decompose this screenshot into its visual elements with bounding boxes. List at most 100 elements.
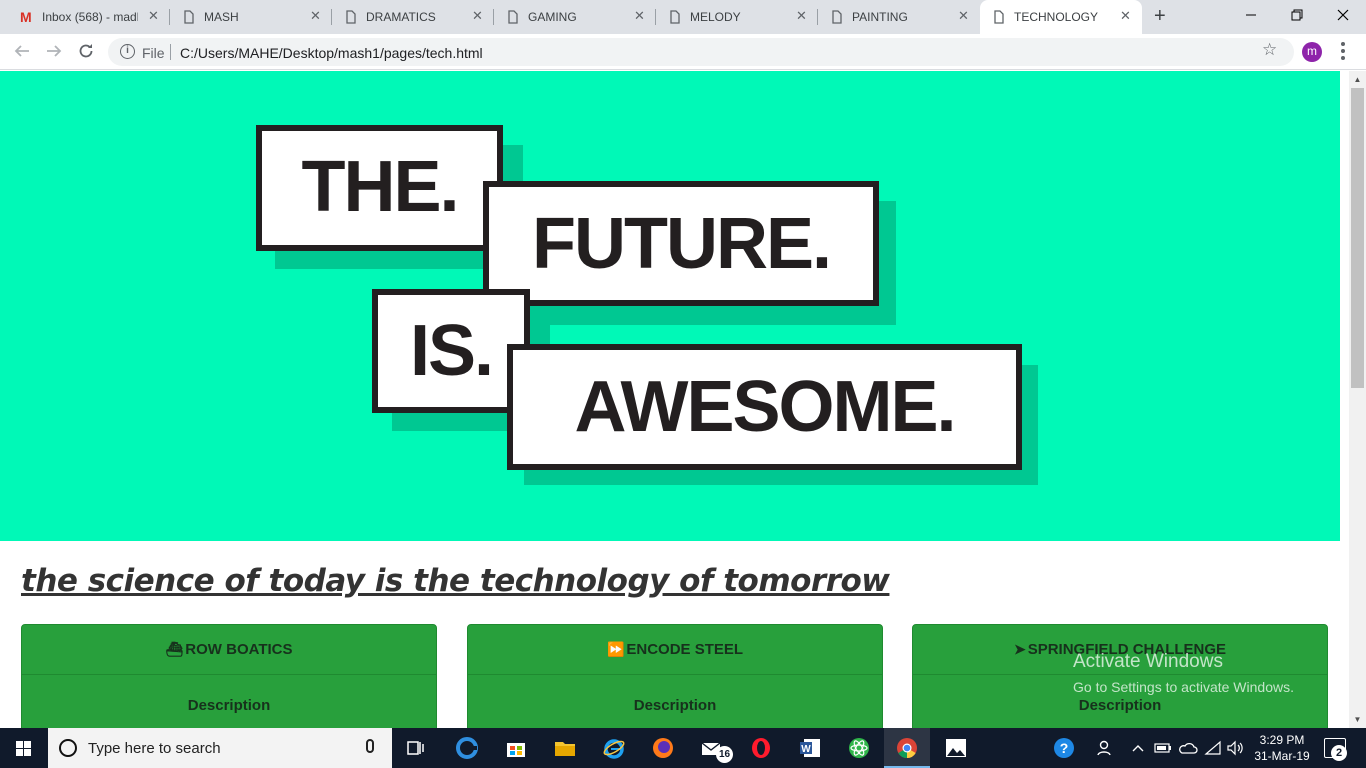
page-viewport: THE. FUTURE. IS. AWESOME. the science of… — [0, 71, 1349, 728]
minimize-icon[interactable] — [1228, 0, 1274, 30]
hero-banner: THE. FUTURE. IS. AWESOME. — [0, 71, 1340, 541]
url-text[interactable]: C:/Users/MAHE/Desktop/mash1/pages/tech.h… — [180, 45, 483, 61]
system-clock[interactable]: 3:29 PM 31-Mar-19 — [1252, 732, 1312, 764]
svg-text:W: W — [801, 744, 811, 755]
info-icon[interactable]: i — [120, 44, 135, 59]
firefox-icon[interactable] — [651, 736, 675, 760]
page-icon — [184, 10, 194, 24]
help-icon[interactable]: ? — [1052, 736, 1076, 760]
card-description: Description — [187, 697, 271, 714]
task-view-icon[interactable] — [404, 736, 428, 760]
paper-plane-icon: ➤ — [1013, 641, 1026, 657]
hero-word: THE. — [256, 125, 503, 251]
reload-icon[interactable] — [76, 42, 96, 62]
tab-title: DRAMATICS — [366, 10, 436, 24]
page-icon — [670, 10, 680, 24]
page-tagline: the science of today is the technology o… — [21, 563, 890, 599]
onedrive-icon[interactable] — [1178, 736, 1198, 760]
tab-mash[interactable]: MASH ✕ — [170, 0, 332, 34]
tab-title: MELODY — [690, 10, 741, 24]
tab-gmail[interactable]: M Inbox (568) - madh ✕ — [8, 0, 170, 34]
internet-explorer-icon[interactable] — [602, 736, 626, 760]
fast-forward-icon: ⏩ — [606, 641, 625, 657]
store-icon[interactable] — [504, 736, 528, 760]
restore-icon[interactable] — [1274, 0, 1320, 30]
tab-strip: M Inbox (568) - madh ✕ MASH ✕ DRAMATICS … — [0, 0, 1366, 34]
scheme-label: File — [142, 45, 165, 61]
people-icon[interactable] — [1094, 736, 1118, 760]
page-scrollbar[interactable]: ▲ ▼ — [1349, 71, 1366, 728]
photos-icon[interactable] — [944, 736, 968, 760]
file-explorer-icon[interactable] — [553, 736, 577, 760]
microphone-icon[interactable] — [366, 739, 374, 753]
watermark-title: Activate Windows — [1073, 651, 1223, 672]
taskbar-search[interactable]: Type here to search — [48, 728, 392, 768]
cortana-icon — [59, 739, 77, 757]
address-bar[interactable]: i File C:/Users/MAHE/Desktop/mash1/pages… — [108, 38, 1294, 66]
tab-title: TECHNOLOGY — [1014, 10, 1099, 24]
clock-date: 31-Mar-19 — [1254, 749, 1310, 763]
url-separator — [170, 44, 171, 60]
battery-icon[interactable] — [1154, 736, 1172, 760]
card-description: Description — [633, 697, 717, 714]
tab-title: Inbox (568) - madh — [42, 10, 138, 24]
forward-icon[interactable] — [44, 42, 64, 62]
windows-start-icon[interactable] — [0, 728, 48, 768]
gmail-icon: M — [20, 9, 32, 25]
tab-title: MASH — [204, 10, 239, 24]
windows-taskbar: Type here to search 16 W ? 3:29 PM 31-Ma… — [0, 728, 1366, 768]
atom-icon[interactable] — [847, 736, 871, 760]
close-tab-icon[interactable]: ✕ — [472, 9, 483, 23]
hero-word: FUTURE. — [483, 181, 879, 306]
profile-avatar[interactable]: m — [1302, 42, 1322, 62]
page-icon — [994, 10, 1004, 24]
mail-badge: 16 — [716, 746, 733, 763]
back-icon[interactable] — [12, 42, 32, 62]
new-tab-button[interactable]: + — [1154, 6, 1166, 26]
bookmark-star-icon[interactable]: ☆ — [1262, 40, 1277, 60]
volume-icon[interactable] — [1226, 736, 1244, 760]
watermark-subtitle: Go to Settings to activate Windows. — [1073, 679, 1294, 695]
close-tab-icon[interactable]: ✕ — [1120, 9, 1131, 23]
close-tab-icon[interactable]: ✕ — [958, 9, 969, 23]
close-tab-icon[interactable]: ✕ — [796, 9, 807, 23]
tab-dramatics[interactable]: DRAMATICS ✕ — [332, 0, 494, 34]
wifi-icon[interactable] — [1204, 736, 1222, 760]
event-card-row-boatics: ⛴ ROW BOATICS Description — [21, 624, 437, 728]
word-icon[interactable]: W — [798, 736, 822, 760]
scrollbar-thumb[interactable] — [1351, 88, 1364, 388]
tab-technology[interactable]: TECHNOLOGY ✕ — [980, 0, 1142, 34]
tab-gaming[interactable]: GAMING ✕ — [494, 0, 656, 34]
ship-icon: ⛴ — [165, 641, 184, 657]
menu-icon[interactable] — [1341, 42, 1345, 60]
close-tab-icon[interactable]: ✕ — [148, 9, 159, 23]
scroll-up-icon[interactable]: ▲ — [1349, 71, 1366, 88]
tab-painting[interactable]: PAINTING ✕ — [818, 0, 980, 34]
card-header[interactable]: ⛴ ROW BOATICS — [22, 625, 436, 675]
page-icon — [508, 10, 518, 24]
scroll-down-icon[interactable]: ▼ — [1349, 711, 1366, 728]
notification-count: 2 — [1331, 745, 1347, 761]
card-description: Description — [1078, 697, 1162, 714]
hero-word: AWESOME. — [507, 344, 1022, 470]
activate-windows-watermark: Activate Windows Go to Settings to activ… — [1073, 651, 1294, 695]
event-card-encode-steel: ⏩ ENCODE STEEL Description — [467, 624, 883, 728]
chrome-icon[interactable] — [895, 736, 919, 760]
tab-title: GAMING — [528, 10, 577, 24]
browser-toolbar: i File C:/Users/MAHE/Desktop/mash1/pages… — [0, 34, 1366, 70]
show-hidden-icons-chevron-up-icon[interactable] — [1130, 736, 1146, 760]
svg-text:?: ? — [1060, 740, 1069, 756]
edge-icon[interactable] — [455, 736, 479, 760]
tab-title: PAINTING — [852, 10, 908, 24]
card-header[interactable]: ⏩ ENCODE STEEL — [468, 625, 882, 675]
close-tab-icon[interactable]: ✕ — [310, 9, 321, 23]
clock-time: 3:29 PM — [1259, 733, 1305, 747]
close-tab-icon[interactable]: ✕ — [634, 9, 645, 23]
tab-melody[interactable]: MELODY ✕ — [656, 0, 818, 34]
opera-icon[interactable] — [749, 736, 773, 760]
search-placeholder: Type here to search — [88, 740, 221, 757]
close-window-icon[interactable] — [1320, 0, 1366, 30]
page-icon — [832, 10, 842, 24]
page-icon — [346, 10, 356, 24]
card-title: ROW BOATICS — [185, 641, 293, 658]
